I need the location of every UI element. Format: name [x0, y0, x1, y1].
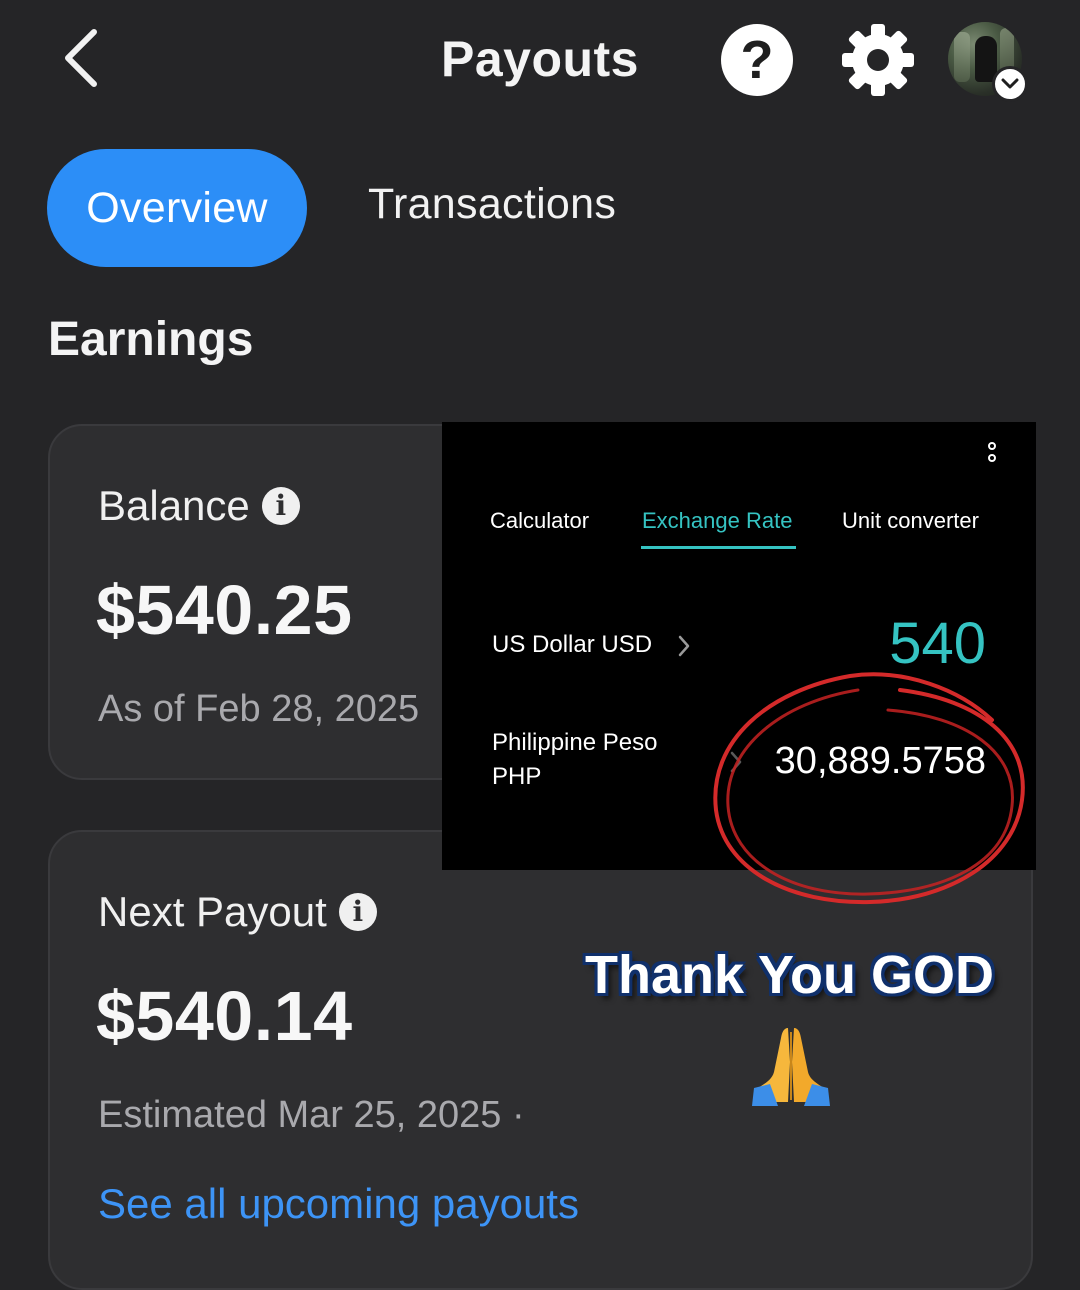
highlight-circle — [713, 672, 1025, 905]
praying-hands-icon — [752, 1028, 830, 1106]
thank-you-caption: Thank You GOD — [585, 945, 995, 1005]
